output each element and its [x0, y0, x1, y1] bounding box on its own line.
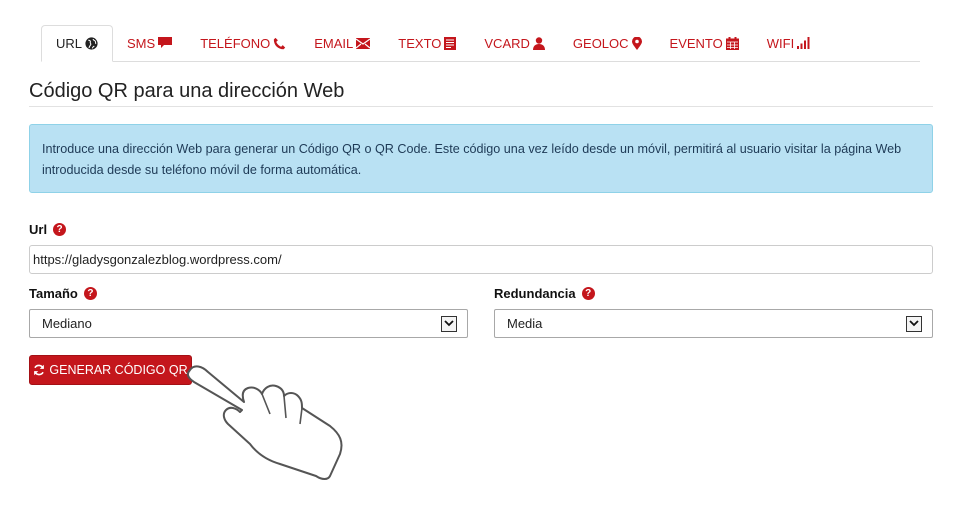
url-label: Url ?: [29, 222, 67, 237]
comment-icon: [158, 37, 173, 49]
tab-vcard[interactable]: VCARD: [470, 25, 559, 61]
refresh-icon: [33, 364, 45, 376]
tab-wifi[interactable]: WIFI: [753, 25, 824, 61]
generate-qr-button-label: GENERAR CÓDIGO QR: [49, 363, 188, 377]
info-alert: Introduce una dirección Web para generar…: [29, 124, 933, 193]
tab-email[interactable]: EMAIL: [300, 25, 384, 61]
pointer-hand-icon: [186, 365, 343, 480]
envelope-icon: [356, 37, 371, 49]
tab-label: SMS: [127, 35, 156, 51]
chevron-down-icon[interactable]: [906, 315, 922, 332]
tab-telefono[interactable]: TELÉFONO: [186, 25, 300, 61]
tab-label: WIFI: [766, 35, 795, 51]
size-label-text: Tamaño: [29, 286, 78, 301]
calendar-icon: [725, 36, 739, 50]
size-select-value: Mediano: [42, 316, 92, 331]
help-icon[interactable]: ?: [53, 223, 67, 236]
tab-evento[interactable]: EVENTO: [656, 25, 753, 61]
redundancy-select-value: Media: [507, 316, 543, 331]
map-marker-icon: [631, 36, 642, 50]
redundancy-label: Redundancia ?: [494, 286, 595, 301]
signal-icon: [797, 37, 810, 49]
url-label-text: Url: [29, 222, 48, 237]
tab-label: GEOLOC: [572, 35, 629, 51]
title-divider: [29, 106, 933, 107]
tab-sms[interactable]: SMS: [113, 25, 186, 61]
chevron-down-icon[interactable]: [441, 315, 457, 332]
size-select[interactable]: Mediano: [29, 309, 468, 338]
tab-label: URL: [56, 36, 83, 51]
tab-label: TELÉFONO: [200, 35, 271, 51]
page-title: Código QR para una dirección Web: [29, 80, 345, 102]
user-icon: [532, 36, 545, 50]
tab-label: TEXTO: [398, 35, 442, 51]
tab-label: VCARD: [484, 35, 530, 51]
tab-label: EVENTO: [669, 35, 723, 51]
info-text: Introduce una dirección Web para generar…: [42, 142, 902, 177]
help-icon[interactable]: ?: [83, 287, 97, 300]
generate-qr-button[interactable]: GENERAR CÓDIGO QR: [29, 355, 192, 385]
size-label: Tamaño ?: [29, 286, 97, 301]
tab-geoloc[interactable]: GEOLOC: [559, 25, 656, 61]
redundancy-label-text: Redundancia: [494, 286, 576, 301]
phone-icon: [273, 37, 286, 50]
tab-bar: URL SMS TELÉFONO EMAIL TEXTO VCARD GEOLO…: [41, 25, 920, 62]
globe-icon: [85, 37, 98, 50]
redundancy-select[interactable]: Media: [494, 309, 933, 338]
document-icon: [444, 36, 457, 50]
tab-url[interactable]: URL: [41, 25, 114, 62]
help-icon[interactable]: ?: [581, 287, 595, 300]
tab-label: EMAIL: [314, 35, 354, 51]
tab-texto[interactable]: TEXTO: [384, 25, 470, 61]
url-input[interactable]: [29, 245, 933, 274]
